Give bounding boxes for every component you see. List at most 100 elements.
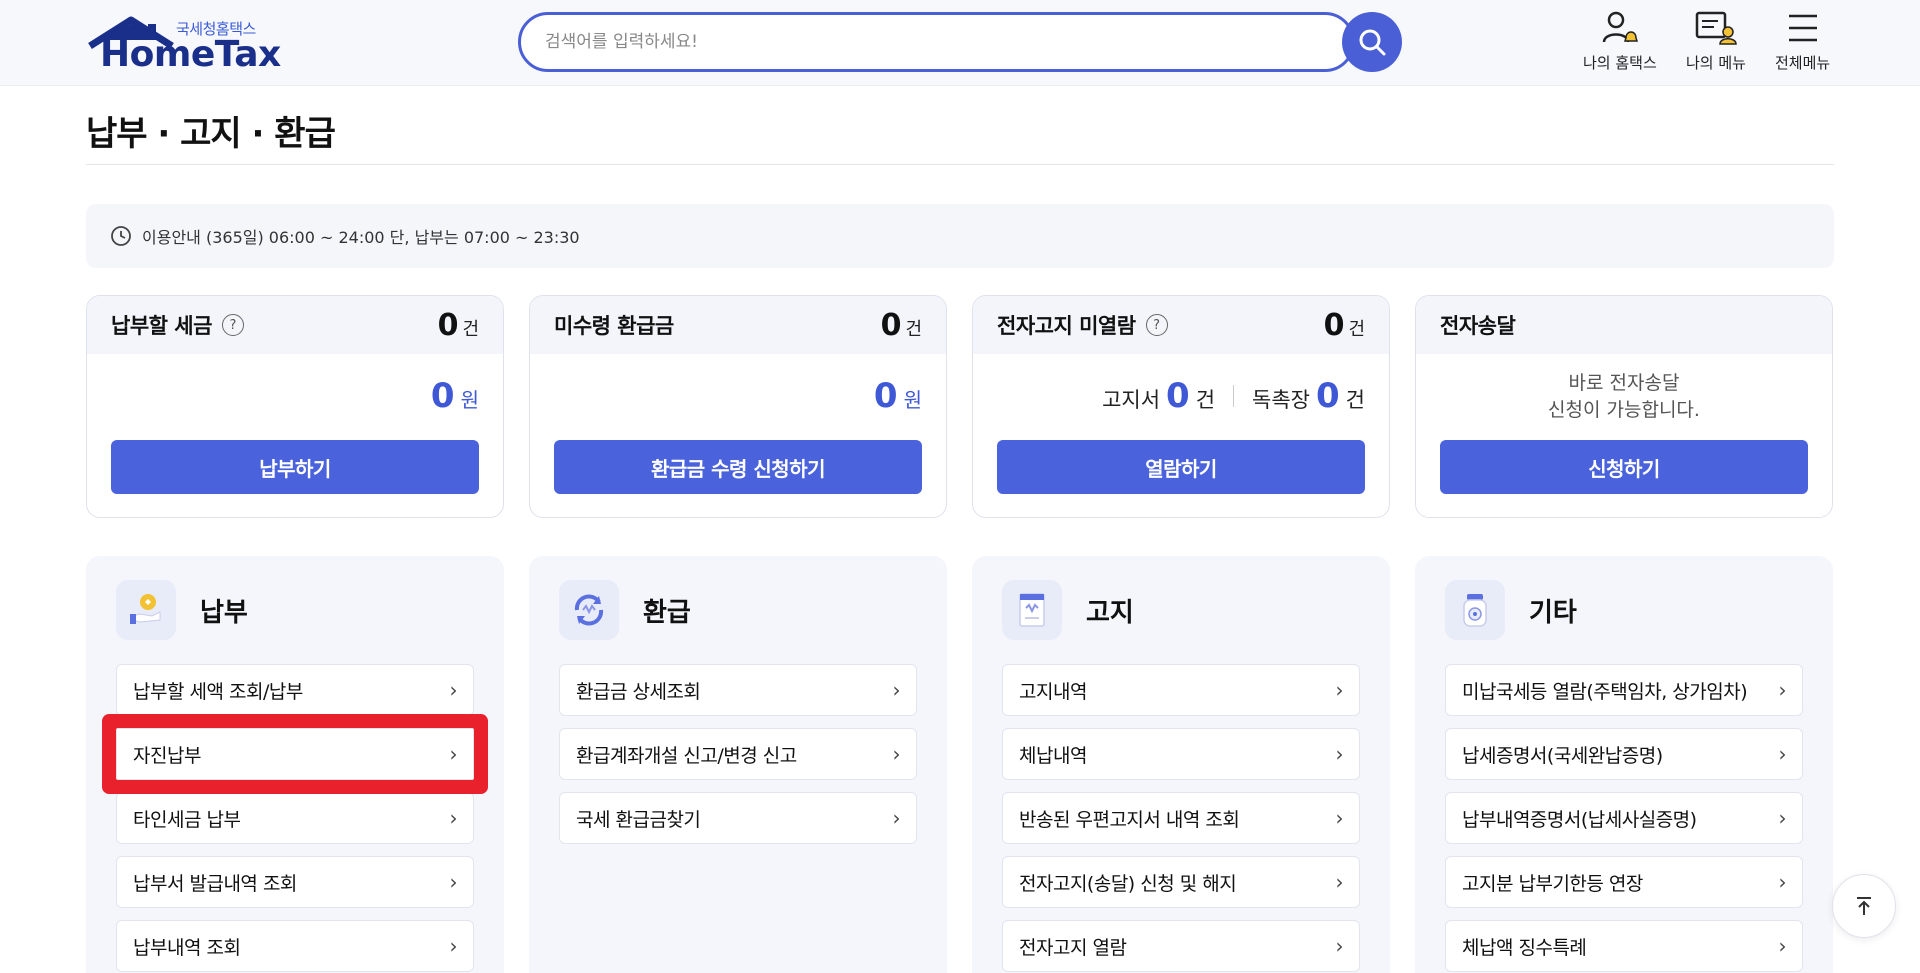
list-item[interactable]: 고지내역 › [1002,664,1360,716]
chevron-right-icon: › [1335,934,1344,958]
card-title: 전자고지 미열람 [997,314,1136,338]
chevron-right-icon: › [892,678,901,702]
list-item[interactable]: 전자고지(송달) 신청 및 해지 › [1002,856,1360,908]
scroll-to-top-button[interactable] [1832,874,1896,938]
hamburger-icon [1788,14,1817,42]
my-menu[interactable]: 나의 메뉴 [1686,10,1746,73]
clock-icon [111,226,131,246]
panel-title: 환급 [643,597,691,628]
panel-title: 기타 [1529,597,1577,628]
chevron-right-icon: › [1335,870,1344,894]
help-icon[interactable]: ? [221,314,244,336]
card-title: 전자송달 [1440,314,1516,338]
refund-apply-button[interactable]: 환급금 수령 신청하기 [554,440,922,494]
amount-value[interactable]: 0 [874,376,898,416]
desc-line: 바로 전자송달 [1568,372,1680,394]
jar-icon [1445,580,1505,640]
menu-list: 고지내역 › 체납내역 › 반송된 우편고지서 내역 조회 › 전자고지(송달) 신청… [1002,664,1360,973]
menu-list: 미납국세등 열람(주택임차, 상가임차) › 납세증명서(국세완납증명) › 납부내… [1445,664,1803,973]
help-icon[interactable]: ? [1145,314,1168,336]
item-label: 납부서 발급내역 조회 [133,872,297,895]
item-label: 납부내역 조회 [133,936,241,959]
count-unit: 건 [905,319,922,340]
list-item[interactable]: 환급금 상세조회 › [559,664,917,716]
all-menu-label: 전체메뉴 [1775,54,1831,72]
chevron-right-icon: › [1335,678,1344,702]
list-item[interactable]: 체납액 징수특례 › [1445,920,1803,972]
count-value: 0 [437,308,459,343]
list-item[interactable]: 환급계좌개설 신고/변경 신고 › [559,728,917,780]
my-menu-label: 나의 메뉴 [1686,54,1746,72]
amount-unit: 원 [460,388,479,412]
chevron-right-icon: › [1778,934,1787,958]
list-item[interactable]: 고지분 납부기한등 연장 › [1445,856,1803,908]
chevron-right-icon: › [1778,742,1787,766]
list-item[interactable]: 국세 환급금찾기 › [559,792,917,844]
list-item[interactable]: 납세증명서(국세완납증명) › [1445,728,1803,780]
page-title: 납부 · 고지 · 환급 [86,114,336,154]
list-item[interactable]: 반송된 우편고지서 내역 조회 › [1002,792,1360,844]
list-item[interactable]: 납부서 발급내역 조회 › [116,856,474,908]
count-unit: 건 [462,319,479,340]
item-label: 납세증명서(국세완납증명) [1462,744,1663,767]
hometax-logo[interactable]: 국세청홈택스 HomeTax [86,14,281,76]
chevron-right-icon: › [449,742,458,766]
all-menu[interactable]: 전체메뉴 [1775,10,1830,73]
item-label: 고지분 납부기한등 연장 [1462,872,1643,895]
card-title: 미수령 환급금 [554,314,674,338]
list-item[interactable]: 미납국세등 열람(주택임차, 상가임차) › [1445,664,1803,716]
panel-etc: 기타 미납국세등 열람(주택임차, 상가임차) › 납세증명서(국세완납증명) › … [1415,556,1833,973]
chevron-right-icon: › [1335,806,1344,830]
notice-count[interactable]: 0 [1166,376,1190,416]
dunning-unit: 건 [1345,388,1365,412]
pay-button[interactable]: 납부하기 [111,440,479,494]
list-item[interactable]: 납부할 세액 조회/납부 › [116,664,474,716]
item-label: 전자고지 열람 [1019,936,1127,959]
chevron-right-icon: › [449,934,458,958]
refund-cycle-icon [559,580,619,640]
chevron-right-icon: › [1778,678,1787,702]
amount-unit: 원 [903,388,922,412]
desc-line: 신청이 가능합니다. [1548,399,1700,421]
list-item[interactable]: 납부내역 조회 › [116,920,474,972]
item-label: 체납액 징수특례 [1462,936,1587,959]
card-unread-e-notice: 전자고지 미열람 ? 0 건 고지서 0 건 독촉장 0 건 열람하기 [972,295,1390,518]
chevron-right-icon: › [1335,742,1344,766]
list-item[interactable]: 납부내역증명서(납세사실증명) › [1445,792,1803,844]
amount-value[interactable]: 0 [431,376,455,416]
card-tax-to-pay: 납부할 세금 ? 0 건 0 원 납부하기 [86,295,504,518]
search-input[interactable] [545,15,1305,69]
divider [1233,385,1235,407]
chevron-right-icon: › [892,806,901,830]
title-divider [86,164,1834,165]
item-label: 자진납부 [133,744,201,767]
user-bell-icon [1602,11,1638,43]
chevron-right-icon: › [1778,806,1787,830]
apply-button[interactable]: 신청하기 [1440,440,1808,494]
panel-refund: 환급 환급금 상세조회 › 환급계좌개설 신고/변경 신고 › 국세 환급금찾기 › [529,556,947,973]
list-item[interactable]: 전자고지 열람 › [1002,920,1360,972]
my-hometax-menu[interactable]: 나의 홈택스 [1583,10,1657,73]
count-value: 0 [1323,308,1345,343]
list-item-self-payment[interactable]: 자진납부 › [116,728,474,780]
item-label: 환급금 상세조회 [576,680,701,703]
list-item[interactable]: 타인세금 납부 › [116,792,474,844]
usage-notice-text: 이용안내 (365일) 06:00 ~ 24:00 단, 납부는 07:00 ~… [142,228,580,247]
panel-notice: 고지 고지내역 › 체납내역 › 반송된 우편고지서 내역 조회 › 전자고지(송달)… [972,556,1390,973]
dunning-count[interactable]: 0 [1316,376,1340,416]
item-label: 국세 환급금찾기 [576,808,701,831]
search-button[interactable] [1342,12,1402,72]
card-title: 납부할 세금 [111,314,212,338]
view-button[interactable]: 열람하기 [997,440,1365,494]
header: 국세청홈택스 HomeTax 나의 홈택스 나의 메뉴 [0,0,1920,86]
notice-unit: 건 [1195,388,1216,412]
item-label: 체납내역 [1019,744,1087,767]
chevron-right-icon: › [449,806,458,830]
item-label: 타인세금 납부 [133,808,241,831]
item-label: 고지내역 [1019,680,1087,703]
logo-title: HomeTax [100,34,281,75]
arrow-up-icon [1857,897,1871,915]
chevron-right-icon: › [449,678,458,702]
list-item[interactable]: 체납내역 › [1002,728,1360,780]
chevron-right-icon: › [449,870,458,894]
